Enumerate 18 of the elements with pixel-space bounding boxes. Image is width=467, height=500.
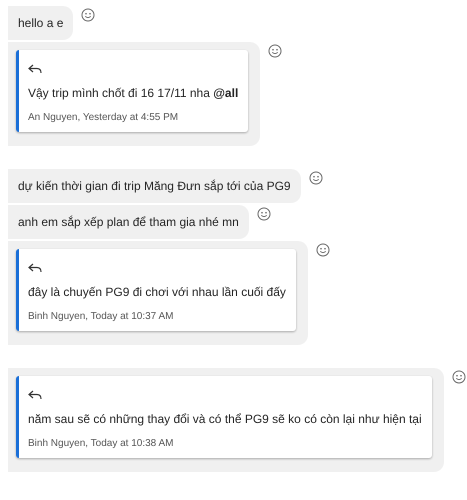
quoted-message-text: đây là chuyến PG9 đi chơi với nhau lần cuối đấy <box>28 285 286 299</box>
message-bubble: hello a e <box>8 6 74 40</box>
reply-icon <box>28 64 42 74</box>
emoji-reaction-icon[interactable] <box>452 370 466 384</box>
message-bubble: dự kiến thời gian đi trip Măng Đưn sắp tới của PG9 <box>8 169 301 203</box>
reply-icon <box>28 263 42 273</box>
emoji-reaction-icon[interactable] <box>308 171 323 185</box>
emoji-reaction-icon[interactable] <box>81 8 96 22</box>
emoji-reaction-icon[interactable] <box>256 207 271 221</box>
quoted-message-author: Binh Nguyen, Today at 10:37 AM <box>28 311 174 323</box>
emoji-reaction-icon[interactable] <box>316 243 330 257</box>
quoted-message-text: năm sau sẽ có những thay đổi và có thể PG9 sẽ ko có còn lại như hiện tại <box>28 412 422 426</box>
quoted-message-author: Binh Nguyen, Today at 10:38 AM <box>28 438 174 450</box>
quoted-message-author: An Nguyen, Yesterday at 4:55 PM <box>28 112 178 124</box>
quoted-message-text: Vậy trip mình chốt đi 16 17/11 nha @all <box>28 86 238 100</box>
message-bubble: anh em sắp xếp plan để tham gia nhé mn <box>8 205 249 239</box>
emoji-reaction-icon[interactable] <box>268 44 282 58</box>
reply-icon <box>28 390 42 400</box>
